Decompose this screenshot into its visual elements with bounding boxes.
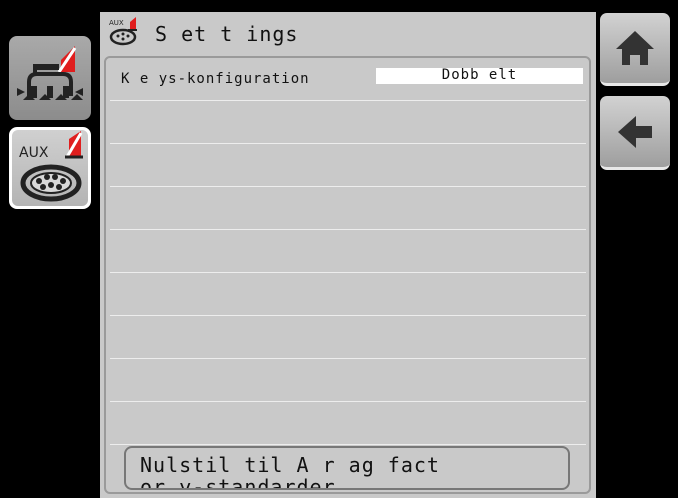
settings-row-empty: [110, 402, 586, 445]
settings-row-empty: [110, 101, 586, 144]
settings-row-empty: [110, 230, 586, 273]
settings-row-empty: [110, 273, 586, 316]
settings-row-empty: [110, 144, 586, 187]
sprayer-softkey[interactable]: [9, 36, 91, 120]
back-arrow-icon: [618, 116, 652, 148]
home-button[interactable]: [600, 13, 670, 86]
settings-row-empty: [110, 187, 586, 230]
back-button[interactable]: [600, 96, 670, 170]
right-softkey-column: [596, 0, 678, 498]
title-bar: AUX S et t ings: [100, 12, 596, 56]
sprayer-boom-icon: [17, 46, 83, 100]
settings-row-empty: [110, 359, 586, 402]
aux-joystick-icon: AUX: [109, 17, 137, 46]
home-icon: [616, 31, 654, 65]
left-softkey-column: AUX: [0, 0, 100, 498]
aux-joystick-icon: AUX: [19, 131, 83, 202]
settings-row-keys-configuration[interactable]: K e ys-konfiguration Dobb elt: [110, 58, 586, 101]
keys-configuration-value[interactable]: Dobb elt: [376, 68, 583, 84]
settings-panel: AUX S et t ings K e ys-konfiguration Dob…: [100, 12, 596, 498]
svg-text:AUX: AUX: [109, 19, 124, 27]
reset-factory-defaults-button[interactable]: Nulstil til A r ag fact or y-standarder: [124, 446, 570, 490]
page-title: S et t ings: [155, 22, 299, 46]
row-label: K e ys-konfiguration: [121, 71, 310, 87]
aux-label: AUX: [19, 145, 49, 161]
reset-button-label: Nulstil til A r ag fact or y-standarder: [140, 453, 440, 490]
settings-row-empty: [110, 316, 586, 359]
aux-softkey[interactable]: AUX: [9, 127, 91, 209]
settings-list: K e ys-konfiguration Dobb elt: [104, 56, 591, 494]
